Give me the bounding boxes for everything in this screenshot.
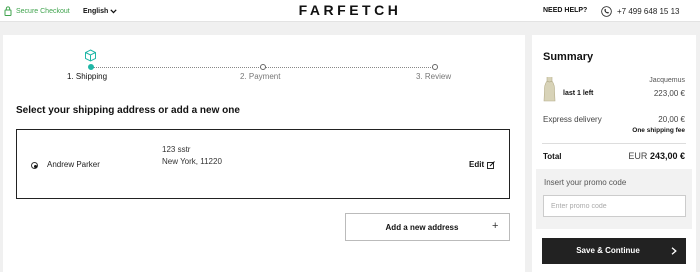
stock-badge: last 1 left: [563, 90, 593, 97]
step-payment: 2. Payment: [240, 72, 281, 81]
promo-label: Insert your promo code: [544, 178, 627, 187]
step-connector: [93, 67, 265, 68]
step-dot-payment: [260, 64, 266, 70]
need-help-link[interactable]: NEED HELP?: [543, 5, 587, 17]
product-thumbnail: [543, 77, 556, 102]
phone-contact[interactable]: +7 499 648 15 13: [601, 4, 680, 18]
secure-checkout-label: Secure Checkout: [16, 7, 70, 15]
stock-left: 1 left: [577, 90, 594, 97]
address-radio[interactable]: [31, 162, 38, 169]
top-header: Secure Checkout English FARFETCH NEED HE…: [0, 0, 700, 22]
address-card[interactable]: Andrew Parker 123 sstr New York, 11220 E…: [16, 129, 510, 199]
plus-icon: +: [492, 220, 499, 232]
add-address-button[interactable]: Add a new address +: [345, 213, 510, 241]
chevron-right-icon: [671, 247, 677, 255]
box-icon: [85, 49, 96, 62]
shipping-note: One shipping fee: [632, 127, 685, 134]
edit-address-button[interactable]: Edit: [469, 160, 495, 169]
add-address-label: Add a new address: [385, 223, 459, 232]
total-currency: EUR: [628, 151, 648, 161]
section-title: Select your shipping address or add a ne…: [16, 105, 240, 116]
total-value: EUR 243,00 €: [628, 151, 685, 161]
stock-qty: last: [563, 90, 576, 97]
lock-icon: [4, 6, 12, 16]
step-dot-shipping: [88, 64, 94, 70]
language-selector[interactable]: English: [83, 5, 117, 17]
order-summary: Summary last 1 left Jacquemus 223,00 € E…: [532, 35, 696, 272]
phone-number: +7 499 648 15 13: [617, 6, 680, 16]
promo-code-input[interactable]: [543, 195, 686, 217]
language-label: English: [83, 7, 109, 15]
checkout-steps: 1. Shipping 2. Payment 3. Review: [3, 35, 525, 85]
shipping-panel: 1. Shipping 2. Payment 3. Review Select …: [3, 35, 525, 272]
address-city: New York, 11220: [162, 157, 222, 166]
edit-icon: [487, 160, 495, 169]
chevron-down-icon: [110, 8, 117, 13]
summary-divider: [542, 143, 686, 144]
address-street: 123 sstr: [162, 145, 191, 154]
phone-icon: [601, 5, 612, 17]
step-shipping: 1. Shipping: [67, 72, 108, 81]
shipping-price: 20,00 €: [658, 115, 685, 124]
total-label: Total: [543, 152, 562, 161]
farfetch-logo[interactable]: FARFETCH: [290, 1, 410, 19]
step-dot-review: [432, 64, 438, 70]
product-brand: Jacquemus: [649, 77, 685, 84]
summary-title: Summary: [543, 51, 594, 63]
promo-section: Insert your promo code: [536, 169, 692, 229]
edit-label: Edit: [469, 160, 485, 169]
save-continue-label: Save & Continue: [576, 246, 640, 255]
shipping-method: Express delivery: [543, 115, 602, 124]
step-review: 3. Review: [416, 72, 452, 81]
step-connector: [265, 67, 437, 68]
secure-checkout: Secure Checkout: [4, 5, 70, 17]
product-price: 223,00 €: [653, 89, 685, 98]
save-continue-button[interactable]: Save & Continue: [542, 238, 686, 264]
address-name: Andrew Parker: [47, 160, 100, 169]
total-amount: 243,00 €: [649, 151, 685, 161]
